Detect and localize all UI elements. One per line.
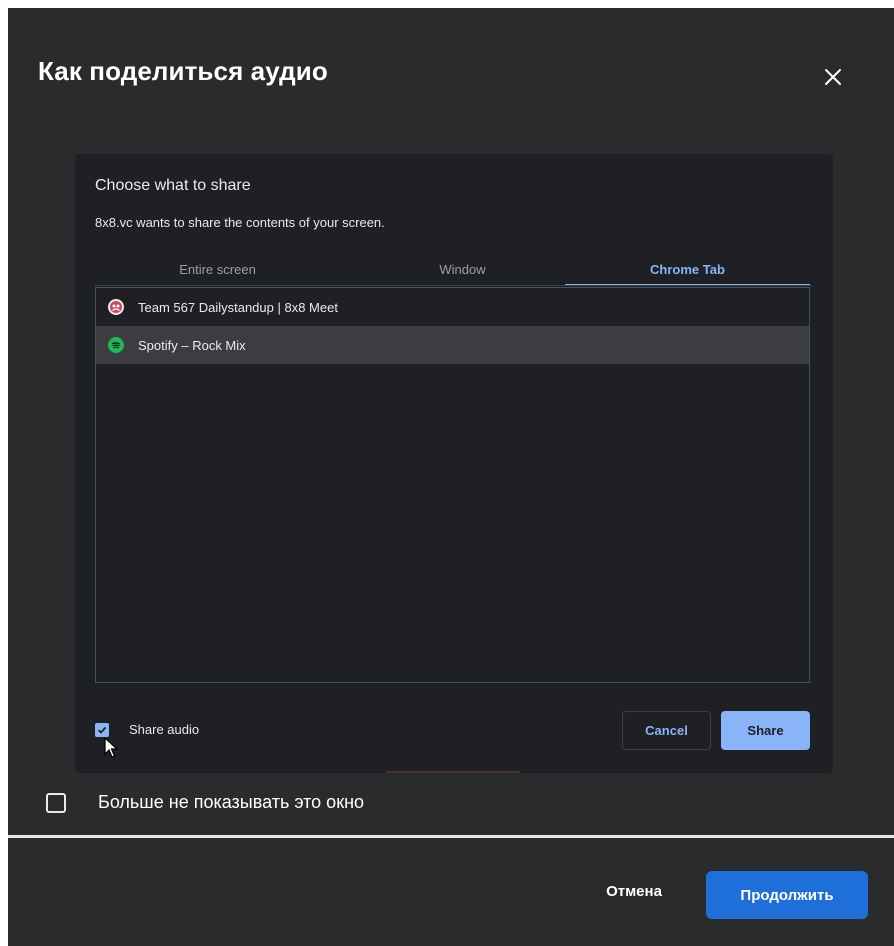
tab-chrome-tab[interactable]: Chrome Tab [565,254,810,286]
share-audio-dialog: Как поделиться аудио Choose what to shar… [8,8,894,946]
mouse-cursor-icon [104,737,118,758]
share-audio-checkbox[interactable] [95,722,109,737]
cancel-button[interactable]: Отмена [588,871,680,911]
share-audio-option: Share audio [95,722,199,737]
picker-share-button[interactable]: Share [721,711,810,750]
close-button[interactable] [816,60,850,94]
picker-bottom-line [386,771,520,773]
tabs-divider [95,285,812,286]
dont-show-again-label: Больше не показывать это окно [98,792,365,812]
list-item[interactable]: Spotify – Rock Mix [96,326,809,364]
picker-subtitle: 8x8.vc wants to share the contents of yo… [95,215,385,230]
continue-button[interactable]: Продолжить [706,871,868,919]
picker-title: Choose what to share [95,177,251,194]
dialog-footer: Отмена Продолжить [8,838,894,946]
list-item-label: Spotify – Rock Mix [138,337,246,353]
dont-show-again-checkbox[interactable] [46,792,66,813]
tab-entire-screen[interactable]: Entire screen [95,254,340,284]
close-icon [825,69,841,85]
share-picker-screenshot: Choose what to share 8x8.vc wants to sha… [75,154,833,773]
tab-window[interactable]: Window [340,254,585,284]
8x8-meet-icon [108,299,124,315]
list-item[interactable]: Team 567 Dailystandup | 8x8 Meet [96,288,809,326]
spotify-icon [108,337,124,353]
picker-cancel-button[interactable]: Cancel [622,711,711,750]
dont-show-again-option[interactable]: Больше не показывать это окно [46,792,364,813]
checkmark-icon [97,726,107,734]
chrome-tab-list: Team 567 Dailystandup | 8x8 Meet Spotify… [95,287,810,683]
share-audio-label: Share audio [129,722,200,737]
picker-tabs: Entire screen Window Chrome Tab [95,254,812,286]
list-item-label: Team 567 Dailystandup | 8x8 Meet [138,299,338,315]
dialog-title: Как поделиться аудио [38,56,328,86]
